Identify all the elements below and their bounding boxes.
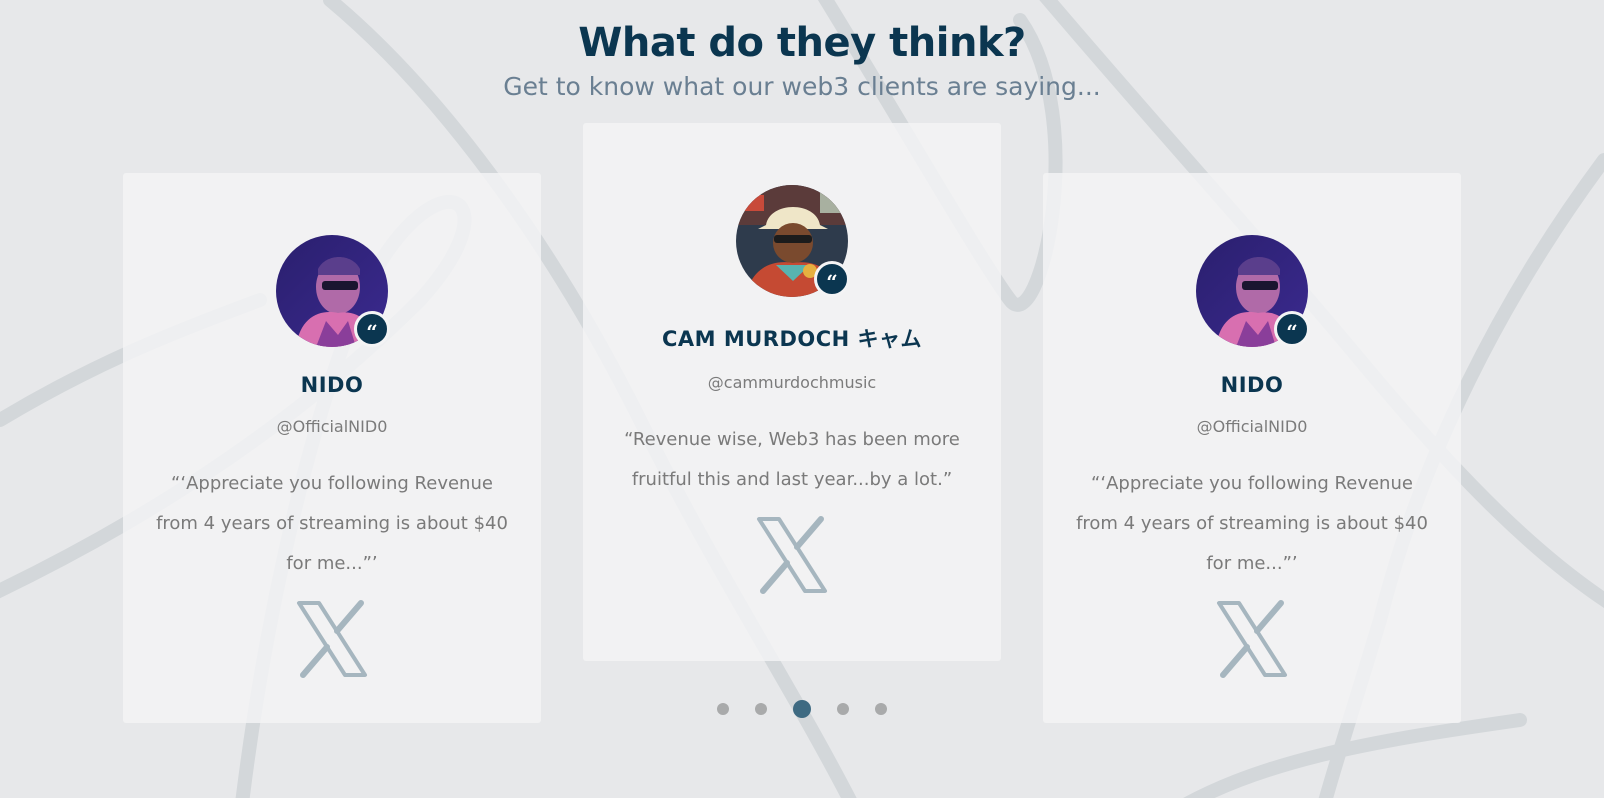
avatar-container: “	[276, 235, 390, 347]
testimonial-card[interactable]: “ NIDO @OfficialNID0 “‘Appreciate you fo…	[1043, 173, 1461, 723]
testimonial-quote: “‘Appreciate you following Revenue from …	[156, 473, 508, 574]
pagination-dot[interactable]	[837, 703, 849, 715]
testimonial-handle: @OfficialNID0	[1196, 417, 1308, 436]
testimonial-name: NIDO	[300, 373, 364, 397]
pagination-dot-active[interactable]	[793, 700, 811, 718]
quote-icon: “	[354, 311, 390, 347]
avatar-container: “	[736, 185, 850, 297]
quote-icon: “	[814, 261, 850, 297]
pagination-dot[interactable]	[717, 703, 729, 715]
section-title: What do they think?	[578, 20, 1026, 66]
x-icon[interactable]	[1215, 600, 1289, 678]
pagination-dot[interactable]	[755, 703, 767, 715]
testimonial-handle: @OfficialNID0	[276, 417, 388, 436]
testimonial-quote: “‘Appreciate you following Revenue from …	[1076, 473, 1428, 574]
pagination-dot[interactable]	[875, 703, 887, 715]
testimonial-card[interactable]: “ NIDO @OfficialNID0 “‘Appreciate you fo…	[123, 173, 541, 723]
testimonial-name: CAM MURDOCH キャム	[661, 327, 923, 351]
testimonial-card-featured[interactable]: “ CAM MURDOCH キャム @cammurdochmusic “Reve…	[583, 123, 1001, 661]
quote-icon: “	[1274, 311, 1310, 347]
x-icon[interactable]	[295, 600, 369, 678]
carousel-pagination	[0, 700, 1604, 718]
section-subtitle: Get to know what our web3 clients are sa…	[503, 72, 1101, 101]
testimonial-handle: @cammurdochmusic	[707, 373, 877, 392]
avatar-container: “	[1196, 235, 1310, 347]
testimonial-name: NIDO	[1220, 373, 1284, 397]
x-icon[interactable]	[755, 516, 829, 594]
testimonial-quote: “Revenue wise, Web3 has been more fruitf…	[624, 429, 960, 490]
